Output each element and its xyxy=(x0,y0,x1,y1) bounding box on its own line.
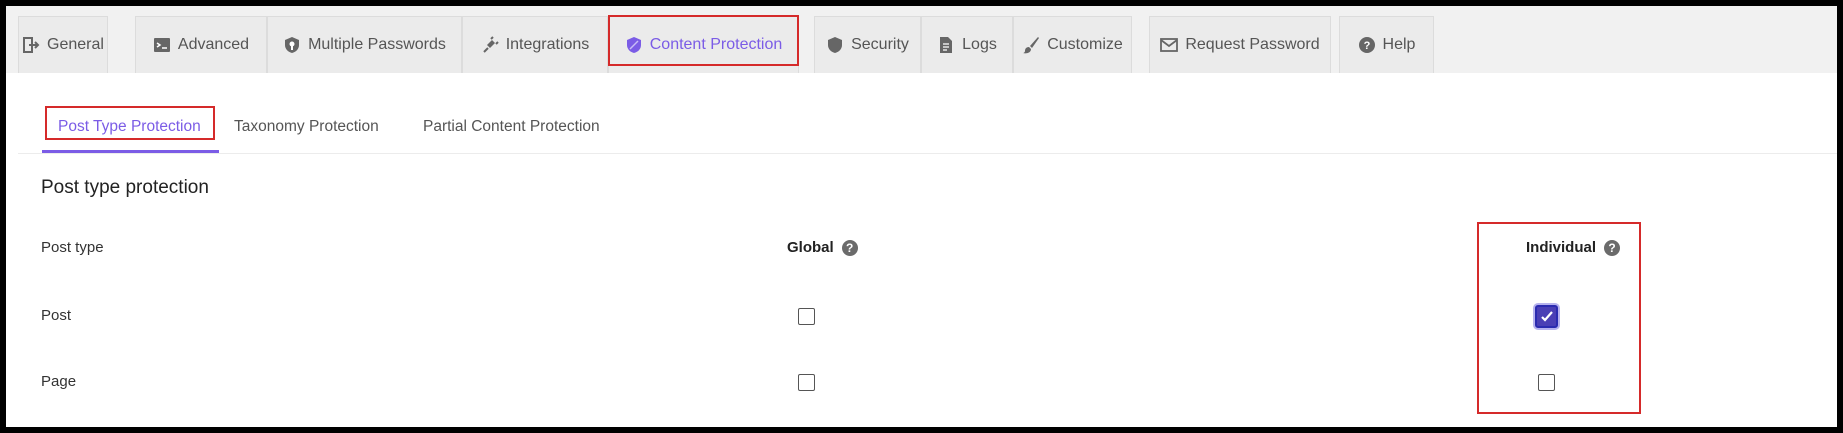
question-icon: ? xyxy=(1358,36,1376,54)
row-label-post: Post xyxy=(41,307,72,324)
column-label: Post type xyxy=(41,239,104,256)
plug-icon xyxy=(481,36,499,54)
tab-label: Multiple Passwords xyxy=(308,36,446,53)
global-checkbox-page[interactable] xyxy=(798,374,815,391)
tab-general[interactable]: General xyxy=(18,16,108,73)
sub-tab-bar: Post Type Protection Taxonomy Protection… xyxy=(18,73,1837,154)
tab-label: General xyxy=(47,36,104,53)
tab-security[interactable]: Security xyxy=(814,16,921,73)
section-title: Post type protection xyxy=(41,177,209,198)
main-tab-bar: General Advanced Multiple Passwords Inte… xyxy=(6,6,1837,73)
active-subtab-underline xyxy=(42,150,219,153)
tab-help[interactable]: ? Help xyxy=(1339,16,1434,73)
tab-advanced[interactable]: Advanced xyxy=(135,16,267,73)
highlight-box-content-protection xyxy=(608,15,799,66)
tab-request-password[interactable]: Request Password xyxy=(1149,16,1331,73)
svg-text:?: ? xyxy=(1363,40,1370,52)
column-label: Global xyxy=(787,239,834,256)
highlight-box-individual-column xyxy=(1477,222,1641,414)
tab-label: Request Password xyxy=(1185,36,1320,53)
highlight-box-post-type-protection xyxy=(45,106,215,140)
tab-label: Security xyxy=(851,36,909,53)
document-icon xyxy=(937,36,955,54)
shield-key-icon xyxy=(283,36,301,54)
brush-icon xyxy=(1022,36,1040,54)
tab-label: Logs xyxy=(962,36,997,53)
tab-label: Advanced xyxy=(177,36,250,53)
terminal-icon xyxy=(153,36,171,54)
tab-customize[interactable]: Customize xyxy=(1013,16,1132,73)
content-area: Post Type Protection Taxonomy Protection… xyxy=(18,73,1837,427)
row-label-page: Page xyxy=(41,373,77,390)
subtab-partial-content-protection[interactable]: Partial Content Protection xyxy=(423,118,600,136)
tab-label: Customize xyxy=(1047,36,1123,53)
tab-label: Integrations xyxy=(505,36,590,53)
envelope-icon xyxy=(1160,36,1179,54)
tab-label: Help xyxy=(1382,36,1416,53)
logout-icon xyxy=(22,36,40,54)
tab-multiple-passwords[interactable]: Multiple Passwords xyxy=(267,16,462,73)
tab-logs[interactable]: Logs xyxy=(921,16,1013,73)
help-icon[interactable]: ? xyxy=(841,239,858,256)
subtab-taxonomy-protection[interactable]: Taxonomy Protection xyxy=(234,118,379,136)
column-header-global: Global ? xyxy=(787,239,858,256)
shield-icon xyxy=(826,36,844,54)
tab-integrations[interactable]: Integrations xyxy=(462,16,608,73)
column-header-post-type: Post type xyxy=(41,239,104,256)
settings-panel: General Advanced Multiple Passwords Inte… xyxy=(6,6,1837,427)
global-checkbox-post[interactable] xyxy=(798,308,815,325)
